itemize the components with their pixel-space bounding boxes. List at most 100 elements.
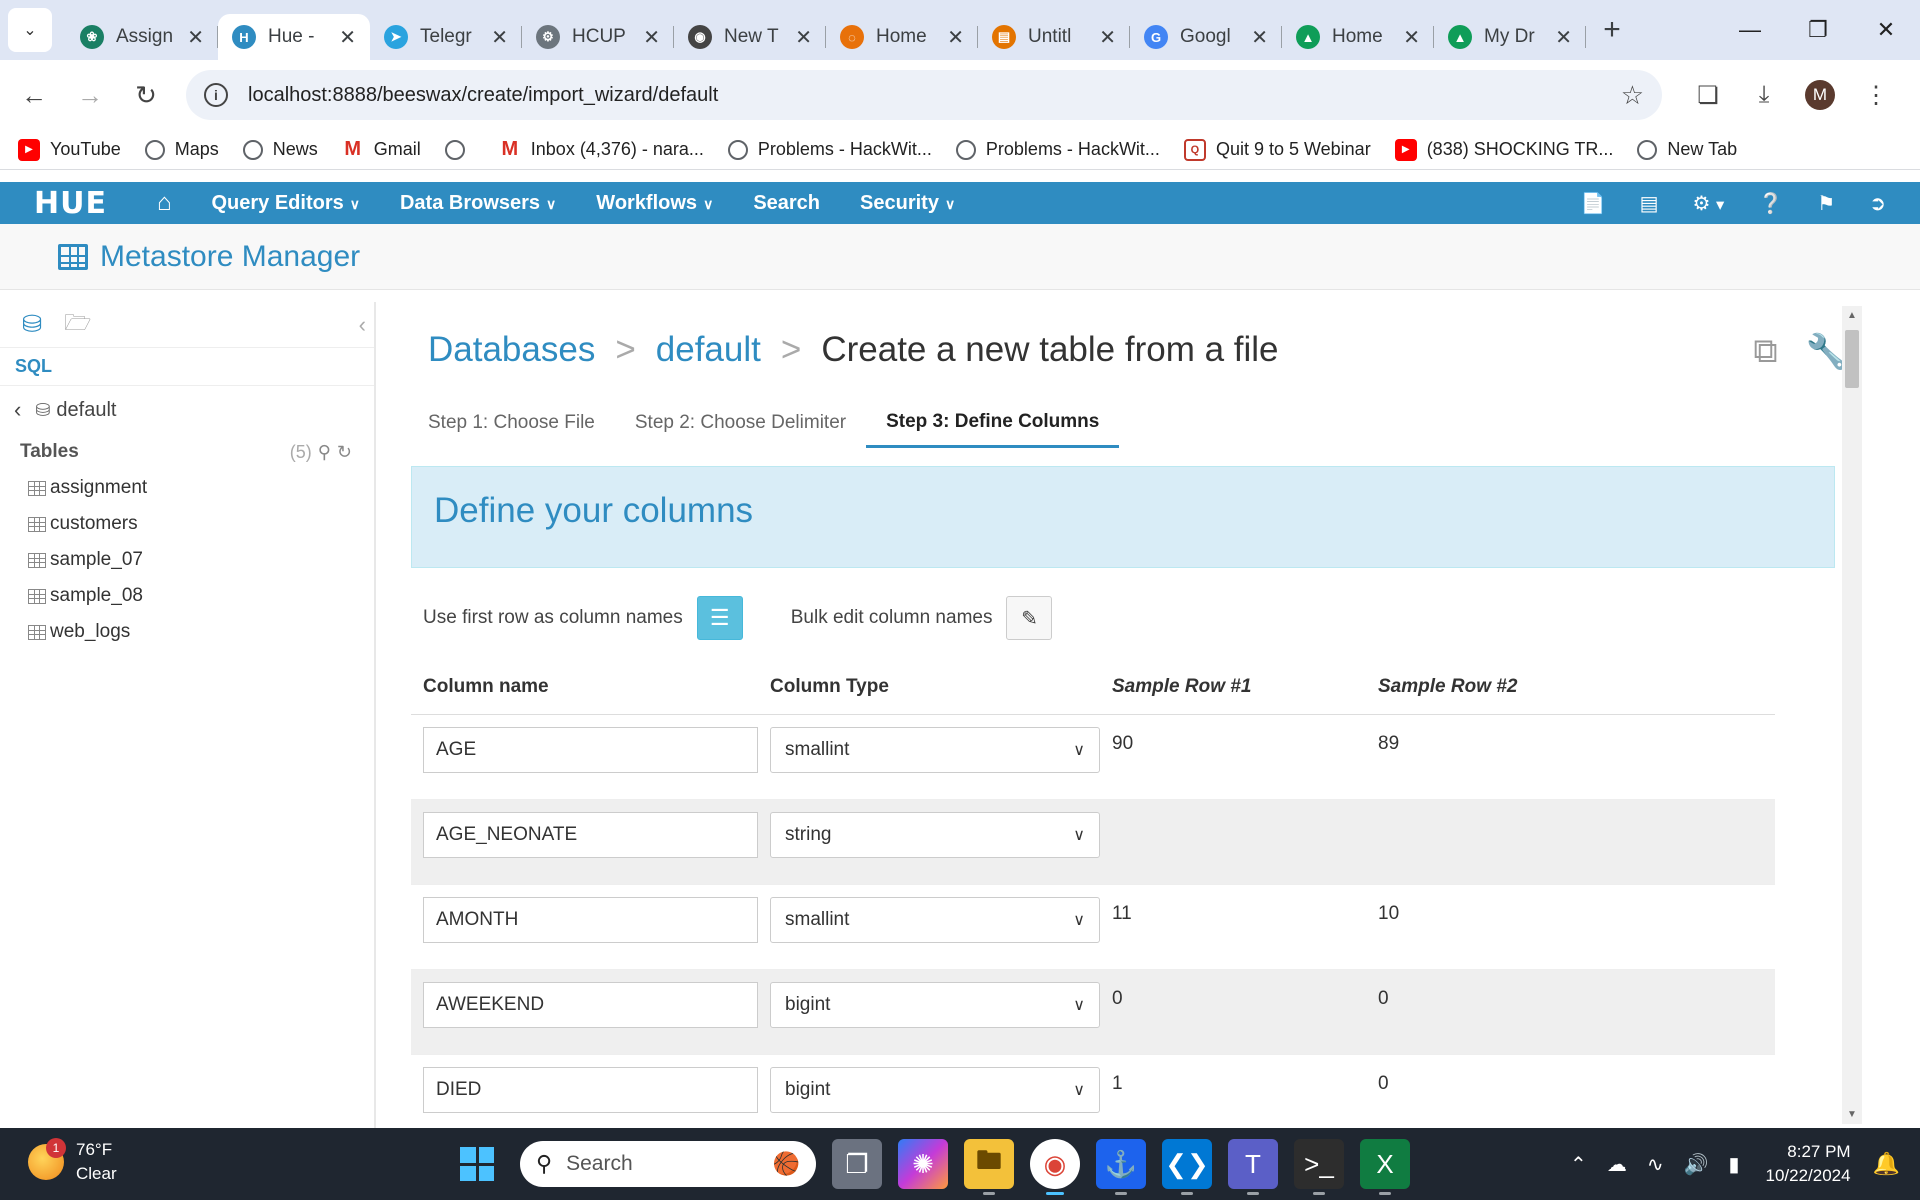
folder-icon[interactable]: 🗁 — [64, 306, 91, 344]
breadcrumb-database[interactable]: default — [656, 330, 761, 369]
bookmark-item[interactable]: ▶ (838) SHOCKING TR... — [1394, 138, 1613, 161]
column-type-select[interactable]: smallint ∨ — [770, 726, 1100, 773]
minimize-button[interactable]: — — [1716, 0, 1784, 60]
column-type-select[interactable]: smallint ∨ — [770, 896, 1100, 943]
table-list-item[interactable]: assignment — [0, 470, 374, 506]
task-view-icon[interactable]: ❐ — [832, 1139, 882, 1189]
bookmark-item[interactable]: ▶ YouTube — [18, 138, 121, 161]
weather-widget[interactable]: 1 76°F Clear — [28, 1138, 117, 1186]
hue-menu-item[interactable]: Workflows ∨ — [596, 192, 713, 215]
clock[interactable]: 8:27 PM 10/22/2024 — [1766, 1140, 1851, 1188]
restore-button[interactable]: ❐ — [1784, 0, 1852, 60]
bookmark-item[interactable]: M Gmail — [342, 138, 420, 161]
page-title[interactable]: Metastore Manager — [100, 240, 360, 274]
bookmark-item[interactable]: Problems - HackWit... — [955, 139, 1160, 160]
main-scrollbar[interactable]: ▲ ▼ — [1842, 306, 1862, 1124]
show-hidden-icons-icon[interactable]: ⌃ — [1570, 1152, 1587, 1177]
database-breadcrumb[interactable]: ‹ ⛁ default — [0, 386, 374, 434]
bookmark-item[interactable]: M Inbox (4,376) - nara... — [499, 138, 703, 161]
collapse-panel-icon[interactable]: ‹ — [359, 312, 366, 338]
tab-search-chevron-icon[interactable]: ⌄ — [8, 8, 52, 52]
wizard-step-tab[interactable]: Step 2: Choose Delimiter — [615, 398, 866, 448]
chrome-icon[interactable]: ◉ — [1030, 1139, 1080, 1195]
table-list-item[interactable]: sample_07 — [0, 542, 374, 578]
search-icon[interactable]: ⚲ — [318, 442, 331, 463]
close-tab-icon[interactable]: ✕ — [1251, 25, 1268, 50]
home-icon[interactable]: ⌂ — [157, 189, 172, 217]
close-tab-icon[interactable]: ✕ — [643, 25, 660, 50]
column-name-input[interactable]: AGE — [423, 726, 758, 773]
database-name[interactable]: default — [56, 399, 116, 422]
reload-button[interactable]: ↻ — [124, 73, 168, 117]
hue-logo[interactable]: HUE — [34, 186, 107, 221]
document-icon[interactable]: 📄 — [1581, 191, 1606, 216]
close-tab-icon[interactable]: ✕ — [1099, 25, 1116, 50]
close-tab-icon[interactable]: ✕ — [1555, 25, 1572, 50]
admin-gears-icon[interactable]: ⚙ ▾ — [1693, 191, 1725, 216]
scrollbar-thumb[interactable] — [1845, 330, 1859, 388]
bookmark-item[interactable]: Q Quit 9 to 5 Webinar — [1183, 138, 1371, 161]
browser-tab[interactable]: ▤ Untitl ✕ — [978, 14, 1130, 60]
extensions-icon[interactable]: ❏ — [1684, 71, 1732, 119]
url-text[interactable]: localhost:8888/beeswax/create/import_wiz… — [248, 84, 718, 107]
address-bar[interactable]: i localhost:8888/beeswax/create/import_w… — [186, 70, 1662, 120]
excel-icon[interactable]: X — [1360, 1139, 1410, 1195]
onedrive-cloud-icon[interactable]: ☁ — [1607, 1152, 1627, 1177]
browser-tab[interactable]: ▲ My Dr ✕ — [1434, 14, 1586, 60]
profile-button[interactable]: M — [1796, 71, 1844, 119]
tour-flag-icon[interactable]: ⚑ — [1817, 191, 1835, 216]
copilot-icon[interactable]: ✺ — [898, 1139, 948, 1189]
bookmark-item[interactable]: News — [242, 139, 318, 160]
browser-tab[interactable]: H Hue - ✕ — [218, 14, 370, 60]
close-tab-icon[interactable]: ✕ — [947, 25, 964, 50]
bookmark-star-icon[interactable]: ☆ — [1621, 80, 1644, 111]
wizard-step-tab[interactable]: Step 1: Choose File — [428, 398, 615, 448]
taskbar-search[interactable]: ⚲ Search 🏀 — [520, 1141, 816, 1187]
wifi-icon[interactable]: ∿ — [1647, 1152, 1664, 1177]
start-windows-icon[interactable] — [460, 1147, 494, 1181]
close-window-button[interactable]: ✕ — [1852, 0, 1920, 60]
file-explorer-icon[interactable]: 🖿 — [964, 1139, 1014, 1195]
browser-tab[interactable]: ⚙ HCUP ✕ — [522, 14, 674, 60]
browser-tab[interactable]: ❀ Assign ✕ — [66, 14, 218, 60]
docker-icon[interactable]: ⚓ — [1096, 1139, 1146, 1195]
column-name-input[interactable]: AMONTH — [423, 896, 758, 943]
browser-tab[interactable]: ▲ Home ✕ — [1282, 14, 1434, 60]
breadcrumb-databases[interactable]: Databases — [428, 330, 595, 369]
browser-menu-icon[interactable]: ⋮ — [1852, 71, 1900, 119]
copy-icon[interactable]: ⧉ — [1753, 332, 1777, 372]
column-name-input[interactable]: AGE_NEONATE — [423, 811, 758, 858]
new-tab-button[interactable]: + — [1592, 10, 1632, 50]
close-tab-icon[interactable]: ✕ — [187, 25, 204, 50]
forward-button[interactable]: → — [68, 73, 112, 117]
column-name-input[interactable]: AWEEKEND — [423, 981, 758, 1028]
hue-menu-item[interactable]: Data Browsers ∨ — [400, 192, 556, 215]
downloads-icon[interactable]: ⤓ — [1740, 71, 1788, 119]
column-type-select[interactable]: string ∨ — [770, 811, 1100, 858]
back-chevron-icon[interactable]: ‹ — [14, 397, 21, 423]
browser-tab[interactable]: ◉ New T ✕ — [674, 14, 826, 60]
refresh-icon[interactable]: ↻ — [337, 442, 352, 463]
logout-icon[interactable]: ➲ — [1869, 191, 1886, 216]
scroll-down-icon[interactable]: ▼ — [1847, 1109, 1857, 1120]
close-tab-icon[interactable]: ✕ — [795, 25, 812, 50]
database-icon[interactable]: ⛁ — [22, 310, 42, 339]
terminal-icon[interactable]: >_ — [1294, 1139, 1344, 1195]
jobs-icon[interactable]: ▤ — [1640, 191, 1659, 216]
notification-bell-icon[interactable]: 🔔 — [1873, 1151, 1900, 1177]
column-type-select[interactable]: bigint ∨ — [770, 1066, 1100, 1113]
close-tab-icon[interactable]: ✕ — [339, 25, 356, 50]
table-list-item[interactable]: customers — [0, 506, 374, 542]
wizard-step-tab[interactable]: Step 3: Define Columns — [866, 398, 1120, 448]
bookmark-item[interactable] — [444, 139, 475, 160]
column-type-select[interactable]: bigint ∨ — [770, 981, 1100, 1028]
vscode-icon[interactable]: ❮❯ — [1162, 1139, 1212, 1195]
hue-menu-item[interactable]: Security ∨ — [860, 192, 955, 215]
table-list-item[interactable]: sample_08 — [0, 578, 374, 614]
hue-menu-item[interactable]: Query Editors ∨ — [211, 192, 360, 215]
use-first-row-button[interactable]: ☰ — [696, 596, 743, 640]
hue-menu-item[interactable]: Search — [753, 192, 820, 215]
bookmark-item[interactable]: Problems - HackWit... — [727, 139, 932, 160]
bookmark-item[interactable]: New Tab — [1637, 139, 1737, 160]
battery-icon[interactable]: ▮ — [1728, 1152, 1739, 1177]
